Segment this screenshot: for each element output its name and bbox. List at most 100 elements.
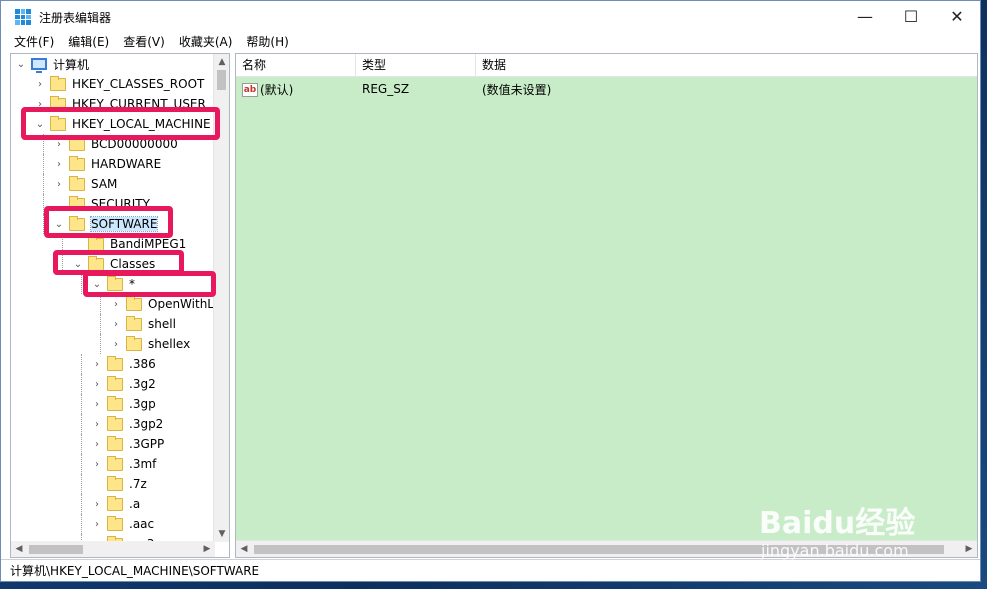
tree-node[interactable]: › SAM <box>57 174 117 194</box>
tree-node[interactable]: ⌄ 计算机 <box>17 54 90 74</box>
minimize-button[interactable]: — <box>842 1 888 31</box>
expand-chevron-icon <box>72 238 84 250</box>
tree-node[interactable]: › .3GPP <box>95 434 164 454</box>
tree-node-label: BCD00000000 <box>91 137 178 151</box>
tree-guide-line <box>81 454 82 474</box>
expand-chevron-icon[interactable]: › <box>91 398 103 410</box>
collapse-chevron-icon[interactable]: ⌄ <box>15 58 27 70</box>
tree-node[interactable]: › .3gp <box>95 394 156 414</box>
collapse-chevron-icon[interactable]: ⌄ <box>72 258 84 270</box>
tree-node-label: * <box>129 277 135 291</box>
tree-guide-line <box>81 514 82 534</box>
tree-node[interactable]: ⌄ HKEY_LOCAL_MACHINE <box>36 114 211 134</box>
tree-node-label: SOFTWARE <box>89 216 159 232</box>
expand-chevron-icon[interactable]: › <box>34 98 46 110</box>
tree-node[interactable]: › .3gp2 <box>95 414 164 434</box>
tree-node[interactable]: › OpenWithL <box>114 294 214 314</box>
tree-node[interactable]: › .aac <box>95 514 154 534</box>
values-list[interactable]: 名称 类型 数据 ab (默认) REG_SZ (数值未设置) ◀ ▶ <box>235 53 978 558</box>
tree-node-label: HKEY_CURRENT_USER <box>72 97 206 111</box>
collapse-chevron-icon[interactable]: ⌄ <box>53 218 65 230</box>
tree-node-label: .3gp <box>129 397 156 411</box>
tree-node[interactable]: › HARDWARE <box>57 154 161 174</box>
tree-node-label: 计算机 <box>53 57 90 72</box>
tree-node-label: shellex <box>148 337 191 351</box>
tree-hscroll-thumb[interactable] <box>29 545 83 554</box>
tree-node[interactable]: › shell <box>114 314 176 334</box>
tree-node[interactable]: SECURITY <box>69 194 150 214</box>
expand-chevron-icon[interactable]: › <box>53 178 65 190</box>
tree-node[interactable]: ⌄ Classes <box>74 254 155 274</box>
tree-guide-line <box>81 274 82 294</box>
expand-chevron-icon[interactable]: › <box>91 378 103 390</box>
column-name-header[interactable]: 名称 <box>236 54 356 77</box>
close-button[interactable]: ✕ <box>934 1 980 31</box>
expand-chevron-icon[interactable]: › <box>110 298 122 310</box>
scroll-left-arrow-icon[interactable]: ◀ <box>236 541 252 557</box>
tree-horizontal-scrollbar[interactable]: ◀ ▶ <box>11 541 215 557</box>
menu-favorites[interactable]: 收藏夹(A) <box>172 33 240 52</box>
tree-node[interactable]: BandiMPEG1 <box>88 234 186 254</box>
menu-help[interactable]: 帮助(H) <box>239 33 295 52</box>
title-bar[interactable]: 注册表编辑器 — ☐ ✕ <box>1 1 980 33</box>
expand-chevron-icon <box>91 478 103 490</box>
folder-icon <box>107 395 123 411</box>
expand-chevron-icon[interactable]: › <box>91 438 103 450</box>
tree-guide-line <box>43 174 44 194</box>
folder-icon <box>107 275 123 291</box>
string-value-icon: ab <box>242 83 258 97</box>
expand-chevron-icon[interactable]: › <box>53 138 65 150</box>
tree-node[interactable]: ⌄ SOFTWARE <box>55 214 159 234</box>
tree-vscroll-thumb[interactable] <box>217 70 226 90</box>
collapse-chevron-icon[interactable]: ⌄ <box>91 278 103 290</box>
column-data-header[interactable]: 数据 <box>476 54 977 77</box>
expand-chevron-icon[interactable]: › <box>34 78 46 90</box>
scroll-left-arrow-icon[interactable]: ◀ <box>11 541 27 557</box>
tree-node[interactable]: ⌄ * <box>93 274 135 294</box>
expand-chevron-icon[interactable]: › <box>91 458 103 470</box>
tree-node[interactable]: › .3mf <box>95 454 156 474</box>
tree-guide-line <box>81 414 82 434</box>
menu-view[interactable]: 查看(V) <box>116 33 172 52</box>
collapse-chevron-icon[interactable]: ⌄ <box>34 118 46 130</box>
folder-icon <box>88 235 104 251</box>
scroll-up-arrow-icon[interactable]: ▲ <box>214 54 229 70</box>
folder-icon <box>107 435 123 451</box>
tree-vertical-scrollbar[interactable]: ▲ ▼ <box>213 54 229 542</box>
tree-guide-line <box>81 474 82 494</box>
tree-guide-line <box>81 394 82 414</box>
tree-node-label: OpenWithL <box>148 297 214 311</box>
expand-chevron-icon[interactable]: › <box>91 498 103 510</box>
menu-edit[interactable]: 编辑(E) <box>61 33 116 52</box>
folder-icon <box>107 455 123 471</box>
scroll-down-arrow-icon[interactable]: ▼ <box>214 526 229 542</box>
expand-chevron-icon[interactable]: › <box>110 318 122 330</box>
expand-chevron-icon[interactable]: › <box>53 158 65 170</box>
tree-guide-line <box>43 194 44 214</box>
expand-chevron-icon[interactable]: › <box>110 338 122 350</box>
scroll-right-arrow-icon[interactable]: ▶ <box>199 541 215 557</box>
tree-node[interactable]: › BCD00000000 <box>57 134 178 154</box>
value-row[interactable]: ab (默认) REG_SZ (数值未设置) <box>236 78 551 100</box>
tree-node[interactable]: › .3g2 <box>95 374 156 394</box>
tree-node-label: .3gp2 <box>129 417 164 431</box>
tree-node-label: shell <box>148 317 176 331</box>
folder-icon <box>107 515 123 531</box>
maximize-button[interactable]: ☐ <box>888 1 934 31</box>
registry-tree[interactable]: ⌄ 计算机 › HKEY_CLASSES_ROOT › HKEY_CURRENT_USER… <box>10 53 230 558</box>
tree-node-label: SECURITY <box>91 197 150 211</box>
expand-chevron-icon[interactable]: › <box>91 418 103 430</box>
value-type: REG_SZ <box>362 82 410 96</box>
scroll-right-arrow-icon[interactable]: ▶ <box>961 541 977 557</box>
expand-chevron-icon[interactable]: › <box>91 518 103 530</box>
tree-node[interactable]: .7z <box>107 474 147 494</box>
expand-chevron-icon[interactable]: › <box>91 358 103 370</box>
tree-node[interactable]: › HKEY_CLASSES_ROOT <box>38 74 204 94</box>
tree-guide-line <box>81 494 82 514</box>
tree-node[interactable]: › .a <box>95 494 140 514</box>
column-type-header[interactable]: 类型 <box>356 54 476 77</box>
tree-node[interactable]: › .386 <box>95 354 156 374</box>
tree-node[interactable]: › shellex <box>114 334 191 354</box>
tree-node[interactable]: › HKEY_CURRENT_USER <box>38 94 206 114</box>
menu-file[interactable]: 文件(F) <box>7 33 61 52</box>
